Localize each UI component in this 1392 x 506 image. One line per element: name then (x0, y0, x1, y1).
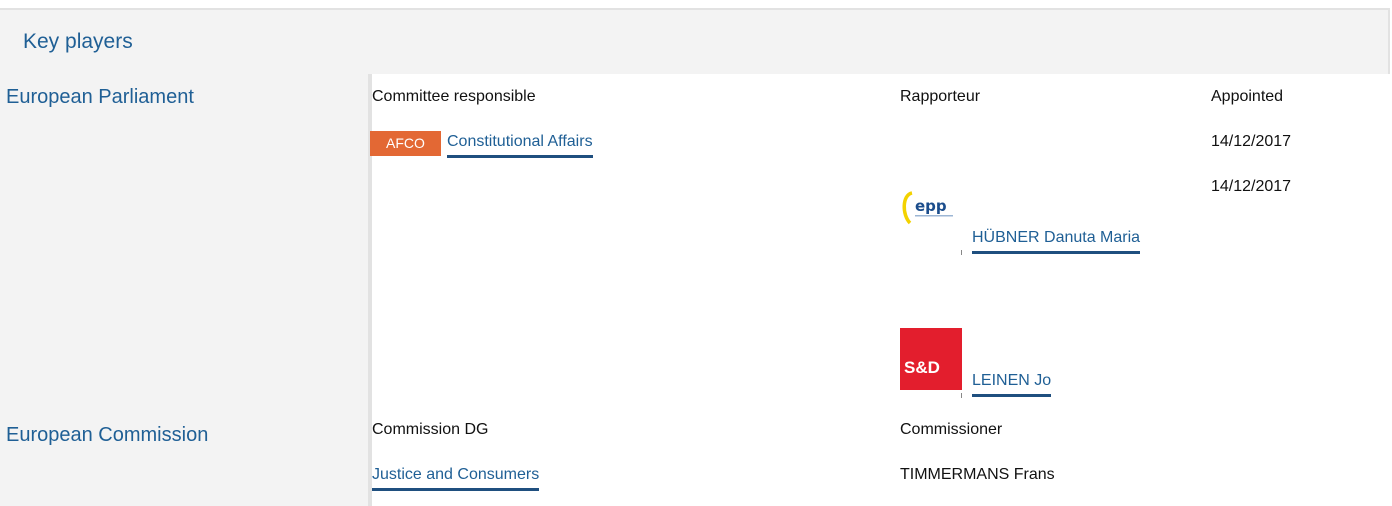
committee-link-constitutional-affairs[interactable]: Constitutional Affairs (447, 133, 593, 158)
key-players-header: Key players (0, 8, 1390, 74)
institution-commission: European Commission (6, 424, 209, 446)
epp-logo: epp (900, 185, 962, 237)
rapporteur-link-hubner[interactable]: HÜBNER Danuta Maria (972, 229, 1141, 254)
rapporteur-link-leinen[interactable]: LEINEN Jo (972, 372, 1052, 397)
dg-link-justice-consumers[interactable]: Justice and Consumers (372, 466, 540, 491)
svg-text:epp: epp (915, 197, 947, 215)
institution-parliament: European Parliament (6, 86, 194, 108)
commissioner-label: Commissioner (900, 421, 1003, 438)
appointed-label: Appointed (1211, 88, 1284, 105)
rapporteur-separator (961, 393, 962, 398)
committee-responsible-label: Committee responsible (372, 88, 536, 105)
rapporteur-separator (961, 250, 962, 255)
sd-logo-text: S&D (904, 358, 940, 377)
section-title: Key players (23, 30, 133, 53)
sd-logo: S&D (900, 328, 962, 390)
commissioner-name: TIMMERMANS Frans (900, 466, 1055, 483)
rapporteur-label: Rapporteur (900, 88, 981, 105)
commission-dg-label: Commission DG (372, 421, 489, 438)
committee-badge-afco: AFCO (370, 131, 441, 156)
committee-appointed-date: 14/12/2017 (1211, 133, 1292, 150)
rapporteur-appointed-date: 14/12/2017 (1211, 178, 1292, 195)
